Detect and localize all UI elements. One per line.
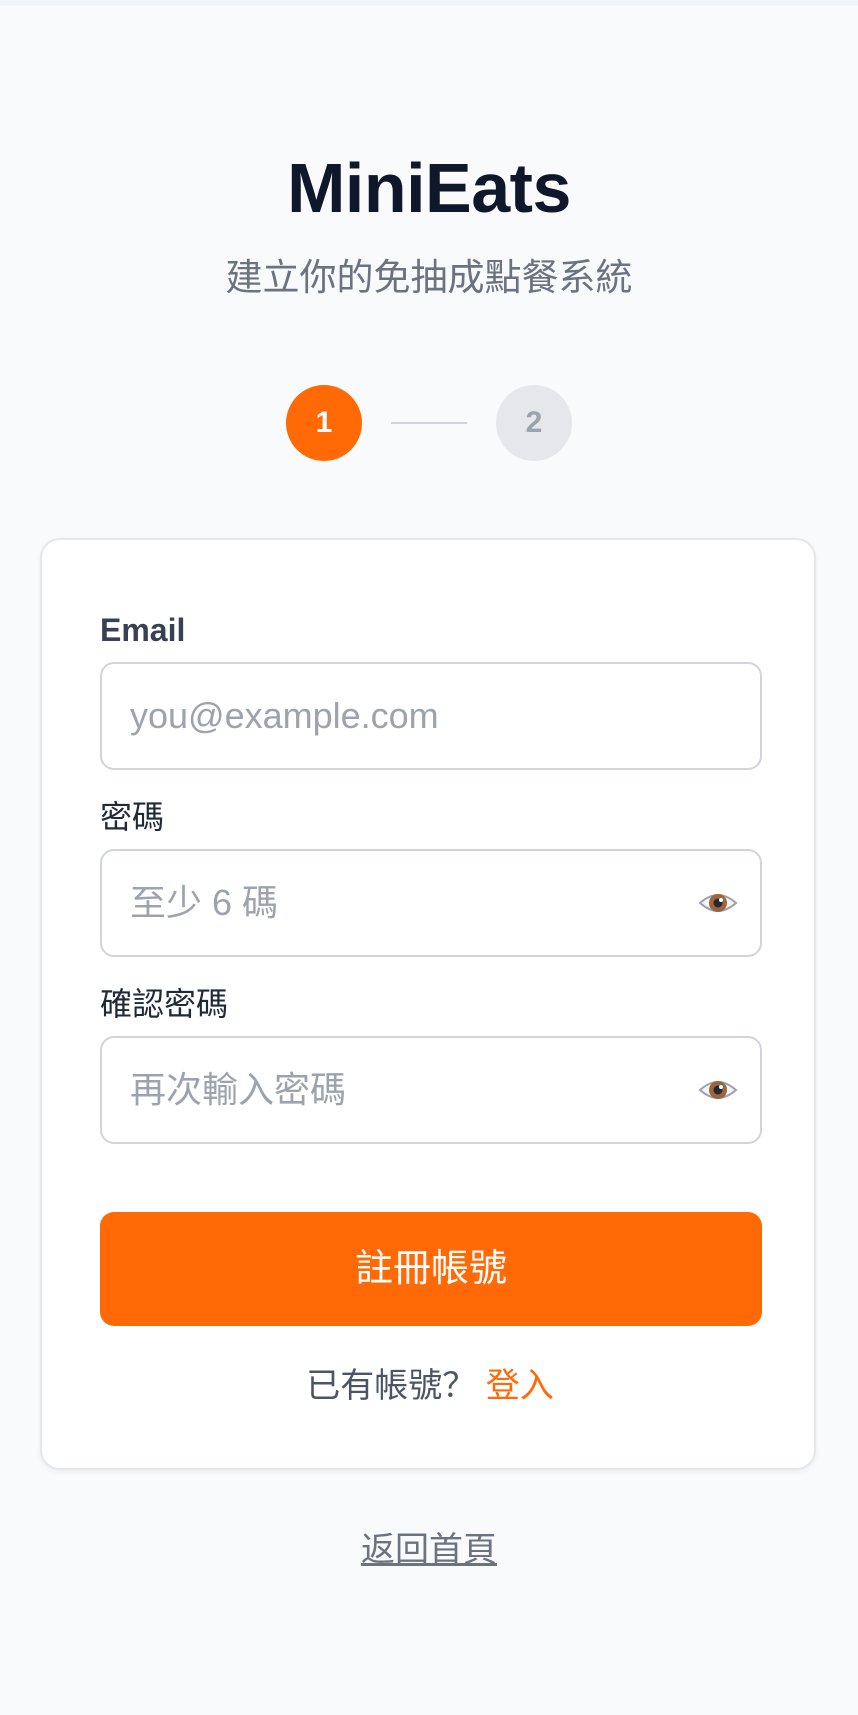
- confirm-password-field[interactable]: [100, 1036, 762, 1144]
- register-button[interactable]: 註冊帳號: [100, 1212, 762, 1326]
- stepper: 1 2: [0, 385, 858, 461]
- email-input[interactable]: [130, 664, 690, 768]
- login-link[interactable]: 登入: [486, 1367, 554, 1405]
- confirm-password-label: 確認密碼: [100, 986, 229, 1022]
- back-home-row: 返回首頁: [0, 1530, 858, 1570]
- register-page: MiniEats 建立你的免抽成點餐系統 1 2 Email 密碼 確認密碼: [0, 0, 858, 1715]
- step-connector: [391, 422, 467, 424]
- login-prompt-row: 已有帳號？ 登入: [42, 1366, 818, 1406]
- eye-icon[interactable]: [698, 885, 738, 921]
- app-subtitle: 建立你的免抽成點餐系統: [225, 257, 633, 298]
- back-home-link[interactable]: 返回首頁: [361, 1531, 497, 1569]
- step-1: 1: [286, 385, 362, 461]
- app-title: MiniEats: [287, 149, 571, 227]
- eye-icon[interactable]: [698, 1072, 738, 1108]
- top-bar: [0, 0, 858, 6]
- step-2: 2: [496, 385, 572, 461]
- password-label: 密碼: [100, 799, 165, 835]
- email-label: Email: [100, 612, 186, 648]
- password-input[interactable]: [130, 851, 690, 955]
- register-card: Email 密碼 確認密碼 註冊帳號 已有帳: [40, 538, 816, 1470]
- password-field[interactable]: [100, 849, 762, 957]
- email-field[interactable]: [100, 662, 762, 770]
- login-prompt: 已有帳號？: [306, 1367, 477, 1405]
- confirm-password-input[interactable]: [130, 1038, 690, 1142]
